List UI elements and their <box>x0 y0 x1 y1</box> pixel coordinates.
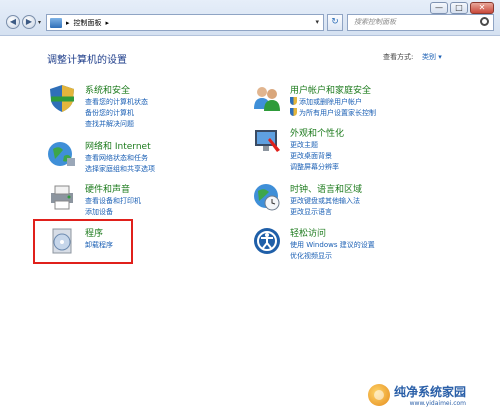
window-controls: — □ ✕ <box>430 2 494 14</box>
link-homegroup[interactable]: 选择家庭组和共享选项 <box>85 164 155 174</box>
link-input-methods[interactable]: 更改键盘或其他输入法 <box>290 196 360 206</box>
shield-icon[interactable] <box>47 83 77 113</box>
back-button[interactable]: ◀ <box>6 15 20 29</box>
breadcrumb-separator[interactable]: ▸ <box>66 19 70 27</box>
link-change-theme[interactable]: 更改主题 <box>290 140 318 150</box>
category-title[interactable]: 轻松访问 <box>290 226 326 239</box>
link-troubleshoot[interactable]: 查找并解决问题 <box>85 119 134 129</box>
address-dropdown-icon[interactable]: ▾ <box>315 18 319 26</box>
address-bar[interactable]: ▸ 控制面板 ▸ ▾ <box>46 14 324 31</box>
highlight-box <box>33 219 133 264</box>
watermark-logo-icon <box>368 384 390 406</box>
link-view-status[interactable]: 查看您的计算机状态 <box>85 97 148 107</box>
link-screen-resolution[interactable]: 调整屏幕分辨率 <box>290 162 339 172</box>
category-title[interactable]: 外观和个性化 <box>290 126 344 139</box>
page-title: 调整计算机的设置 <box>47 55 127 66</box>
maximize-button[interactable]: □ <box>450 2 468 14</box>
link-display-language[interactable]: 更改显示语言 <box>290 207 332 217</box>
breadcrumb-separator[interactable]: ▸ <box>106 19 110 27</box>
link-network-status[interactable]: 查看网络状态和任务 <box>85 153 148 163</box>
link-add-device[interactable]: 添加设备 <box>85 207 113 217</box>
link-recommended-settings[interactable]: 使用 Windows 建议的设置 <box>290 240 375 250</box>
uac-shield-icon <box>290 97 297 105</box>
users-icon[interactable] <box>252 83 282 113</box>
category-title[interactable]: 硬件和声音 <box>85 182 130 195</box>
recent-pages-dropdown[interactable]: ▾ <box>38 19 41 26</box>
link-backup[interactable]: 备份您的计算机 <box>85 108 134 118</box>
monitor-paint-icon[interactable] <box>252 126 282 156</box>
category-title[interactable]: 用户帐户和家庭安全 <box>290 83 371 96</box>
category-title[interactable]: 系统和安全 <box>85 83 130 96</box>
globe-network-icon[interactable] <box>47 139 77 169</box>
link-change-background[interactable]: 更改桌面背景 <box>290 151 332 161</box>
refresh-button[interactable]: ↻ <box>327 14 343 31</box>
watermark-title: 纯净系统家园 <box>394 385 467 399</box>
control-panel-icon <box>50 17 62 28</box>
link-optimize-display[interactable]: 优化视频显示 <box>290 251 332 261</box>
view-by-dropdown[interactable]: 类别 ▾ <box>422 52 442 62</box>
watermark-url: www.yidaimei.com <box>409 400 467 407</box>
forward-button[interactable]: ▶ <box>22 15 36 29</box>
clock-globe-icon[interactable] <box>252 182 282 212</box>
minimize-button[interactable]: — <box>430 2 448 14</box>
breadcrumb-control-panel[interactable]: 控制面板 <box>74 18 102 28</box>
ease-of-access-icon[interactable] <box>252 226 282 256</box>
link-add-remove-users[interactable]: 添加或删除用户帐户 <box>290 97 362 107</box>
category-title[interactable]: 时钟、语言和区域 <box>290 182 362 195</box>
view-by-label: 查看方式: <box>383 53 414 61</box>
watermark: 纯净系统家园 www.yidaimei.com <box>368 383 466 407</box>
uac-shield-icon <box>290 108 297 116</box>
link-parental-controls[interactable]: 为所有用户设置家长控制 <box>290 108 376 118</box>
search-icon[interactable] <box>480 17 489 26</box>
close-button[interactable]: ✕ <box>470 2 494 14</box>
printer-icon[interactable] <box>47 182 77 212</box>
link-devices-printers[interactable]: 查看设备和打印机 <box>85 196 141 206</box>
search-input[interactable]: 搜索控制面板 <box>347 14 494 31</box>
window-titlebar: — □ ✕ ◀ ▶ ▾ ▸ 控制面板 ▸ ▾ ↻ 搜索控制面板 <box>0 0 500 36</box>
category-title[interactable]: 网络和 Internet <box>85 139 151 152</box>
